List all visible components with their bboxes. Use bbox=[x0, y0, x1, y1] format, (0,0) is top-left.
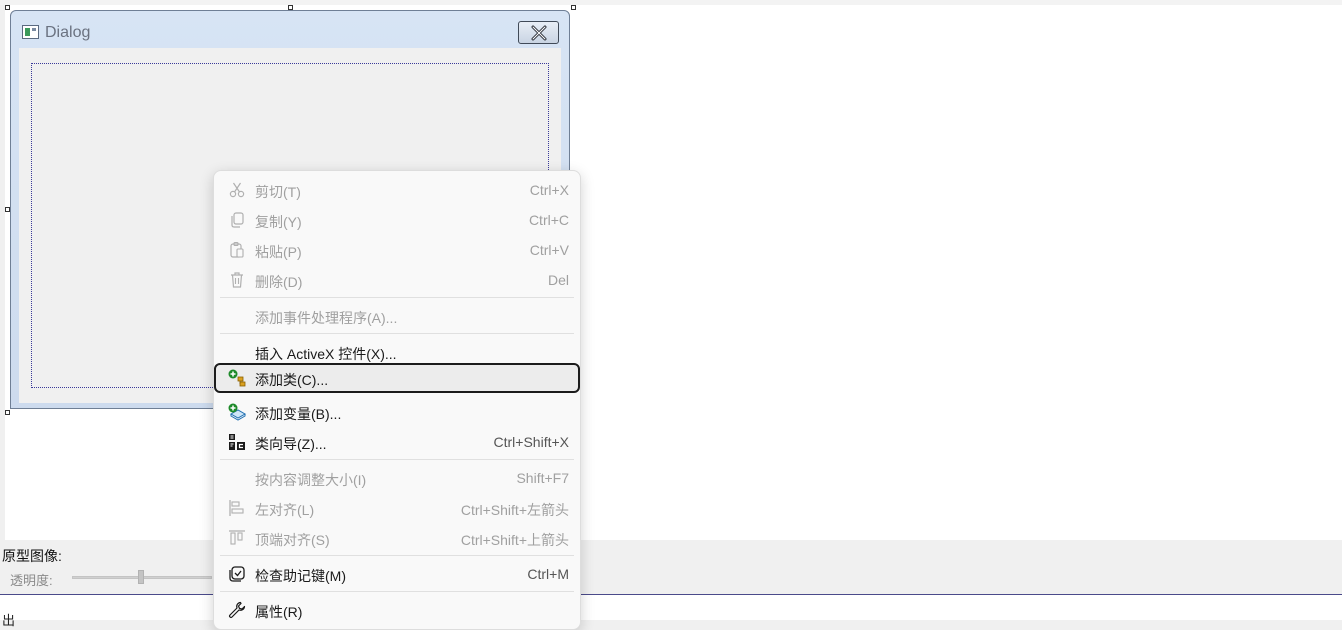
menu-item-class-wizard[interactable]: 类向导(Z)... Ctrl+Shift+X bbox=[215, 427, 579, 457]
menu-separator bbox=[220, 591, 574, 592]
opacity-label: 透明度: bbox=[10, 573, 53, 588]
menu-item-label: 添加类(C)... bbox=[255, 372, 329, 388]
menu-item-shortcut: Ctrl+Shift+X bbox=[493, 434, 569, 450]
dialog-titlebar: Dialog bbox=[11, 11, 569, 48]
add-variable-icon bbox=[228, 403, 246, 421]
menu-item-label: 类向导(Z)... bbox=[255, 436, 327, 452]
opacity-slider-thumb[interactable] bbox=[138, 570, 144, 584]
align-top-icon bbox=[229, 530, 245, 545]
menu-item-paste[interactable]: 粘贴(P) Ctrl+V bbox=[215, 235, 579, 265]
menu-item-label: 顶端对齐(S) bbox=[255, 532, 330, 548]
menu-item-properties[interactable]: 属性(R) bbox=[215, 595, 579, 625]
align-left-icon bbox=[229, 500, 244, 516]
copy-icon bbox=[231, 212, 244, 228]
add-class-icon bbox=[228, 369, 246, 387]
menu-item-label: 剪切(T) bbox=[255, 184, 301, 200]
menu-item-shortcut: Shift+F7 bbox=[516, 470, 569, 486]
menu-item-align-left[interactable]: 左对齐(L) Ctrl+Shift+左箭头 bbox=[215, 493, 579, 523]
dialog-app-icon bbox=[22, 25, 39, 39]
menu-item-label: 左对齐(L) bbox=[255, 502, 315, 518]
menu-item-label: 复制(Y) bbox=[255, 214, 302, 230]
menu-item-shortcut: Ctrl+M bbox=[527, 566, 569, 582]
menu-item-label: 插入 ActiveX 控件(X)... bbox=[255, 346, 397, 362]
menu-item-label: 检查助记键(M) bbox=[255, 568, 346, 584]
menu-separator bbox=[220, 297, 574, 298]
menu-item-shortcut: Ctrl+C bbox=[528, 212, 569, 228]
resize-handle-bottom-left[interactable] bbox=[5, 410, 10, 415]
context-menu: 剪切(T) Ctrl+X 复制(Y) Ctrl+C 粘贴(P) Ctrl+V 删… bbox=[213, 170, 581, 630]
menu-item-check-mnemonics[interactable]: 检查助记键(M) Ctrl+M bbox=[215, 559, 579, 589]
trash-icon bbox=[231, 272, 243, 288]
menu-item-shortcut: Ctrl+Shift+上箭头 bbox=[460, 532, 569, 548]
scissors-icon bbox=[229, 182, 245, 198]
menu-separator bbox=[220, 555, 574, 556]
dialog-close-button[interactable] bbox=[518, 21, 559, 44]
paste-icon bbox=[230, 241, 244, 258]
wrench-icon bbox=[229, 601, 246, 618]
menu-separator bbox=[220, 459, 574, 460]
menu-item-copy[interactable]: 复制(Y) Ctrl+C bbox=[215, 205, 579, 235]
menu-item-label: 删除(D) bbox=[255, 274, 303, 290]
menu-item-label: 粘贴(P) bbox=[255, 244, 302, 260]
menu-item-shortcut: Ctrl+V bbox=[529, 242, 569, 258]
menu-item-label: 添加事件处理程序(A)... bbox=[255, 310, 398, 326]
class-wizard-icon bbox=[229, 434, 245, 450]
menu-item-add-class[interactable]: 添加类(C)... bbox=[214, 363, 580, 393]
menu-item-shortcut: Ctrl+Shift+左箭头 bbox=[460, 502, 569, 518]
menu-item-cut[interactable]: 剪切(T) Ctrl+X bbox=[215, 175, 579, 205]
menu-item-label: 按内容调整大小(I) bbox=[255, 472, 367, 488]
menu-item-size-to-content[interactable]: 按内容调整大小(I) Shift+F7 bbox=[215, 463, 579, 493]
check-mnemonics-icon bbox=[229, 566, 245, 582]
menu-item-delete[interactable]: 删除(D) Del bbox=[215, 265, 579, 295]
menu-item-label: 属性(R) bbox=[255, 604, 303, 620]
output-panel bbox=[0, 595, 1342, 620]
prototype-image-label: 原型图像: bbox=[2, 548, 62, 564]
menu-item-shortcut: Ctrl+X bbox=[529, 182, 569, 198]
resize-handle-top-left[interactable] bbox=[5, 5, 10, 10]
menu-item-add-event-handler[interactable]: 添加事件处理程序(A)... bbox=[215, 301, 579, 331]
close-icon bbox=[531, 25, 546, 40]
dialog-title: Dialog bbox=[45, 24, 91, 41]
menu-item-add-variable[interactable]: 添加变量(B)... bbox=[215, 397, 579, 427]
menu-separator bbox=[220, 333, 574, 334]
resize-handle-top-right[interactable] bbox=[571, 5, 576, 10]
menu-item-label: 添加变量(B)... bbox=[255, 406, 342, 422]
menu-item-shortcut: Del bbox=[547, 272, 569, 288]
menu-item-align-top[interactable]: 顶端对齐(S) Ctrl+Shift+上箭头 bbox=[215, 523, 579, 553]
